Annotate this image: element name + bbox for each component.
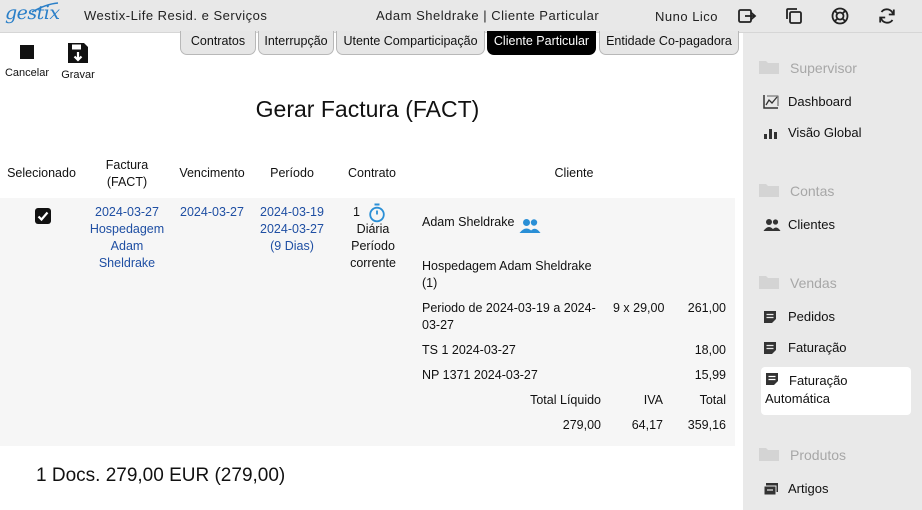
line-ts-desc: TS 1 2024-03-27 bbox=[422, 343, 516, 357]
lines-heading-l1: Hospedagem Adam Sheldrake bbox=[422, 259, 592, 273]
document-icon bbox=[764, 311, 776, 323]
check-icon bbox=[37, 211, 49, 222]
contract-number: 1 bbox=[353, 205, 360, 219]
section-label-contas: Contas bbox=[790, 183, 835, 199]
invoice-lines-heading: Hospedagem Adam Sheldrake (1) bbox=[422, 258, 592, 292]
windows-icon[interactable] bbox=[784, 6, 804, 26]
due-date-link[interactable]: 2024-03-27 bbox=[174, 204, 250, 221]
contract-details: Diária Período corrente bbox=[340, 221, 406, 272]
total-net-label: Total Líquido bbox=[530, 393, 601, 407]
top-bar: gestix Westix-Life Resid. e Serviços Ada… bbox=[0, 0, 922, 33]
invoice-desc-l3[interactable]: Sheldrake bbox=[85, 255, 169, 272]
total-net-value: 279,00 bbox=[562, 418, 601, 432]
section-label-vendas: Vendas bbox=[790, 275, 837, 291]
sidebar-item-faturacao-automatica[interactable]: Faturação Automática bbox=[761, 367, 911, 415]
header-periodo: Período bbox=[270, 166, 314, 180]
tab-utente-comparticipacao[interactable]: Utente Comparticipação bbox=[336, 31, 485, 55]
user-name[interactable]: Nuno Lico bbox=[655, 9, 718, 24]
total-vat-label: IVA bbox=[643, 393, 663, 407]
client-name: Adam Sheldrake bbox=[422, 215, 515, 229]
header-factura-l2: (FACT) bbox=[106, 175, 148, 189]
invoice-link[interactable]: 2024-03-27 Hospedagem Adam Sheldrake bbox=[85, 204, 169, 272]
faturacao-automatica-label-l1: Faturação bbox=[789, 373, 848, 388]
line-period-amount: 261,00 bbox=[687, 301, 726, 315]
total-vat-value: 64,17 bbox=[631, 418, 663, 432]
header-factura: Factura (FACT) bbox=[95, 157, 159, 191]
users-group-icon[interactable] bbox=[519, 218, 541, 234]
folder-icon bbox=[759, 276, 779, 289]
document-icon bbox=[766, 373, 778, 385]
tab-cliente-particular[interactable]: Cliente Particular bbox=[487, 31, 596, 55]
folder-icon bbox=[759, 184, 779, 197]
folder-icon bbox=[759, 61, 779, 74]
invoice-desc-l1[interactable]: Hospedagem bbox=[85, 221, 169, 238]
sidebar: Supervisor Dashboard Visão Global Contas… bbox=[743, 33, 922, 510]
total-label: Total bbox=[699, 393, 726, 407]
documents-summary: 1 Docs. 279,00 EUR (279,00) bbox=[36, 465, 286, 486]
page-title: Gerar Factura (FACT) bbox=[255, 96, 480, 122]
save-floppy-icon bbox=[68, 43, 88, 63]
header-cliente: Cliente bbox=[554, 166, 594, 180]
faturacao-automatica-label-l2: Automática bbox=[765, 391, 831, 406]
total-value: 359,16 bbox=[687, 418, 726, 432]
line-period-l2: 03-27 bbox=[422, 318, 454, 332]
clientes-label: Clientes bbox=[788, 217, 835, 232]
refresh-icon[interactable] bbox=[877, 6, 897, 26]
section-label-produtos: Produtos bbox=[790, 447, 847, 463]
period-start[interactable]: 2024-03-19 bbox=[256, 204, 328, 221]
lines-heading-l2: (1) bbox=[422, 276, 438, 290]
artigos-label: Artigos bbox=[788, 481, 829, 496]
bar-chart-icon bbox=[764, 129, 777, 139]
help-lifebuoy-icon[interactable] bbox=[830, 6, 850, 26]
cancel-label: Cancelar bbox=[4, 67, 50, 79]
section-label-supervisor: Supervisor bbox=[790, 60, 857, 76]
folder-icon bbox=[759, 448, 779, 461]
select-row-checkbox[interactable] bbox=[35, 208, 51, 224]
faturacao-label: Faturação bbox=[788, 340, 847, 355]
save-button[interactable]: Gravar bbox=[58, 41, 98, 81]
document-icon bbox=[764, 342, 776, 354]
line-period-l1: Periodo de 2024-03-19 a 2024- bbox=[422, 301, 596, 315]
line-period-qty: 9 x 29,00 bbox=[613, 301, 665, 315]
period-end[interactable]: 2024-03-27 bbox=[256, 221, 328, 238]
header-factura-l1: Factura bbox=[105, 158, 149, 172]
line-ts-amount: 18,00 bbox=[694, 343, 726, 357]
line-np-desc: NP 1371 2024-03-27 bbox=[422, 368, 538, 382]
tab-contratos[interactable]: Contratos bbox=[180, 31, 256, 55]
header-selecionado: Selecionado bbox=[7, 166, 76, 180]
pedidos-label: Pedidos bbox=[788, 309, 835, 324]
invoice-desc-l2[interactable]: Adam bbox=[85, 238, 169, 255]
header-contrato: Contrato bbox=[348, 166, 396, 180]
users-icon bbox=[763, 219, 781, 231]
logout-icon[interactable] bbox=[737, 6, 757, 26]
save-label: Gravar bbox=[61, 69, 95, 81]
line-period-desc: Periodo de 2024-03-19 a 2024- 03-27 bbox=[422, 300, 612, 334]
company-name: Westix-Life Resid. e Serviços bbox=[84, 8, 268, 23]
dashboard-chart-icon bbox=[763, 95, 779, 109]
period-days[interactable]: (9 Dias) bbox=[256, 238, 328, 255]
logo-swoosh-icon bbox=[31, 2, 59, 13]
stopwatch-icon[interactable] bbox=[368, 203, 386, 223]
current-context: Adam Sheldrake | Cliente Particular bbox=[376, 8, 600, 23]
tab-interrupcao[interactable]: Interrupção bbox=[258, 31, 334, 55]
contract-period-l1: Período bbox=[351, 239, 395, 253]
period-link[interactable]: 2024-03-19 2024-03-27 (9 Dias) bbox=[256, 204, 328, 255]
boxes-icon bbox=[763, 483, 778, 496]
contract-period-l2: corrente bbox=[350, 256, 396, 270]
line-np-amount: 15,99 bbox=[694, 368, 726, 382]
dashboard-label: Dashboard bbox=[788, 94, 852, 109]
invoice-date[interactable]: 2024-03-27 bbox=[85, 204, 169, 221]
contract-type: Diária bbox=[356, 222, 390, 236]
cancel-button[interactable]: Cancelar bbox=[4, 44, 50, 79]
visao-global-label: Visão Global bbox=[788, 125, 862, 140]
header-vencimento: Vencimento bbox=[179, 166, 245, 180]
tab-entidade-co-pagadora[interactable]: Entidade Co-pagadora bbox=[599, 31, 739, 55]
stop-icon bbox=[20, 45, 34, 59]
